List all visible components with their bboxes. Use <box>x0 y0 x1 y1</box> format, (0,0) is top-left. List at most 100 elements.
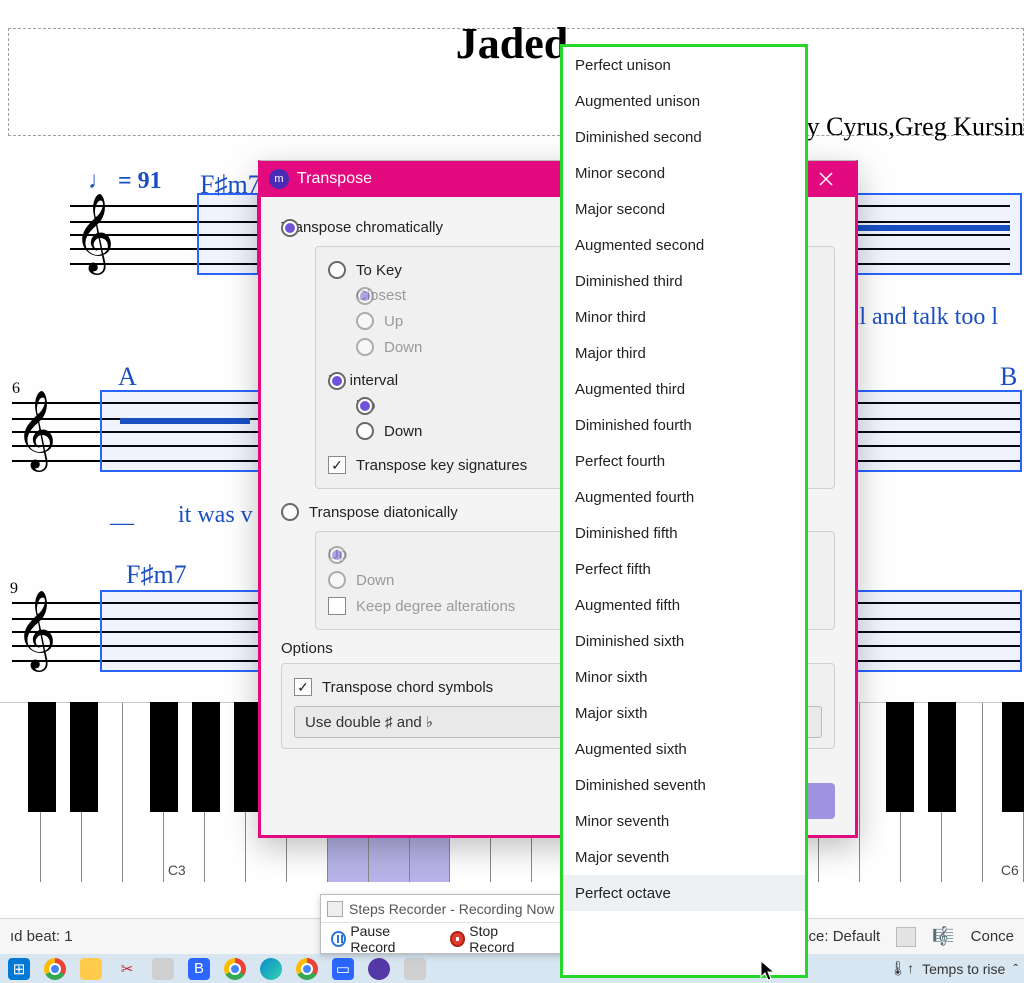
interval-option[interactable]: Minor third <box>563 299 805 335</box>
radio-label: To Key <box>356 262 402 279</box>
pause-icon <box>331 931 346 947</box>
radio-icon <box>328 372 346 390</box>
close-icon <box>819 172 833 186</box>
interval-option[interactable]: Augmented unison <box>563 83 805 119</box>
white-key[interactable] <box>41 703 82 882</box>
interval-option[interactable]: Diminished seventh <box>563 767 805 803</box>
stop-record-button[interactable]: Stop Record <box>446 921 547 957</box>
button-label: Stop Record <box>469 923 542 955</box>
interval-option[interactable]: Minor sixth <box>563 659 805 695</box>
white-key[interactable] <box>123 703 164 882</box>
radio-icon <box>281 219 299 237</box>
chord-symbol: B <box>1000 362 1017 392</box>
white-key[interactable]: C6 <box>983 703 1024 882</box>
composer: y Cyrus,Greg Kursin <box>807 112 1024 142</box>
beam <box>840 225 1010 231</box>
octave-label: C6 <box>1001 862 1019 878</box>
radio-icon <box>328 261 346 279</box>
status-concert[interactable]: Conce <box>971 928 1014 945</box>
white-key[interactable]: C3 <box>164 703 205 882</box>
lyric-2: it was v <box>178 502 253 529</box>
radio-icon <box>356 287 374 305</box>
radio-icon <box>328 546 346 564</box>
taskbar-edge-icon[interactable] <box>260 958 282 980</box>
taskbar-explorer-icon[interactable] <box>80 958 102 980</box>
weather-icon: 🌡↑ <box>889 960 914 977</box>
close-button[interactable] <box>805 161 847 197</box>
button-label: Pause Record <box>350 923 434 955</box>
selection-2[interactable] <box>100 390 260 472</box>
status-beat: ıd beat: 1 <box>10 928 73 945</box>
selection-1[interactable] <box>197 193 259 275</box>
app-logo-icon: m <box>269 169 289 189</box>
weather-text: Temps to rise <box>922 961 1005 977</box>
tuning-fork-icon[interactable]: 🎼 <box>932 926 954 947</box>
taskbar-app-icon[interactable]: ▭ <box>332 958 354 980</box>
tray-chevron-icon[interactable]: ˆ <box>1013 961 1018 977</box>
interval-option[interactable]: Major seventh <box>563 839 805 875</box>
interval-dropdown[interactable]: Perfect unisonAugmented unisonDiminished… <box>560 44 808 978</box>
interval-option[interactable]: Diminished second <box>563 119 805 155</box>
interval-option[interactable]: Diminished fourth <box>563 407 805 443</box>
checkbox-icon <box>294 678 312 696</box>
white-key[interactable] <box>860 703 901 882</box>
radio-icon <box>281 503 299 521</box>
interval-option[interactable]: Augmented fifth <box>563 587 805 623</box>
white-key[interactable] <box>82 703 123 882</box>
radio-icon <box>356 312 374 330</box>
white-key[interactable] <box>0 703 41 882</box>
interval-option[interactable]: Augmented second <box>563 227 805 263</box>
white-key[interactable] <box>205 703 246 882</box>
beam <box>120 418 250 424</box>
checkbox-icon <box>328 597 346 615</box>
check-label: Keep degree alterations <box>356 598 515 615</box>
checkbox-icon <box>328 456 346 474</box>
radio-label: Down <box>356 572 394 589</box>
taskbar-musescore-icon[interactable] <box>368 958 390 980</box>
status-toggle[interactable] <box>896 927 916 947</box>
taskbar[interactable]: ⊞ ✂ B ▭ <box>0 954 1024 983</box>
taskbar-chrome-icon[interactable] <box>296 958 318 980</box>
interval-option[interactable]: Diminished sixth <box>563 623 805 659</box>
selection-3[interactable] <box>100 590 260 672</box>
taskbar-app-icon[interactable]: B <box>188 958 210 980</box>
stop-icon <box>450 931 465 947</box>
taskbar-chrome-icon[interactable] <box>44 958 66 980</box>
interval-option[interactable]: Minor second <box>563 155 805 191</box>
taskbar-recorder-icon[interactable] <box>404 958 426 980</box>
pause-record-button[interactable]: Pause Record <box>327 921 438 957</box>
taskbar-app-icon[interactable] <box>152 958 174 980</box>
taskbar-snip-icon[interactable]: ✂ <box>116 958 138 980</box>
interval-option[interactable]: Augmented third <box>563 371 805 407</box>
recorder-icon <box>327 901 343 917</box>
tempo-mark: ♩ = 91 <box>88 168 162 195</box>
interval-option[interactable]: Perfect fourth <box>563 443 805 479</box>
interval-option[interactable]: Augmented sixth <box>563 731 805 767</box>
interval-option[interactable]: Perfect octave <box>563 875 805 911</box>
system-tray[interactable]: 🌡↑ Temps to rise ˆ <box>889 954 1018 983</box>
interval-option[interactable]: Major third <box>563 335 805 371</box>
mouse-cursor-icon <box>760 960 776 982</box>
lyric-underline: __ <box>110 502 134 529</box>
interval-option[interactable]: Perfect unison <box>563 47 805 83</box>
radio-label: Down <box>384 423 422 440</box>
dialog-title: Transpose <box>297 170 372 188</box>
interval-option[interactable]: Diminished fifth <box>563 515 805 551</box>
radio-label: Transpose diatonically <box>309 504 458 521</box>
interval-option[interactable]: Perfect fifth <box>563 551 805 587</box>
song-title: Jaded <box>456 18 568 69</box>
combo-value: Use double ♯ and ♭ <box>305 713 433 731</box>
taskbar-chrome-icon[interactable] <box>224 958 246 980</box>
interval-option[interactable]: Augmented fourth <box>563 479 805 515</box>
interval-option[interactable]: Major second <box>563 191 805 227</box>
radio-icon <box>356 338 374 356</box>
octave-label: C3 <box>168 862 186 878</box>
chord-symbol: F♯m7 <box>126 560 187 590</box>
interval-option[interactable]: Minor seventh <box>563 803 805 839</box>
white-key[interactable] <box>901 703 942 882</box>
interval-option[interactable]: Major sixth <box>563 695 805 731</box>
start-button[interactable]: ⊞ <box>8 958 30 980</box>
check-label: Transpose chord symbols <box>322 679 493 696</box>
interval-option[interactable]: Diminished third <box>563 263 805 299</box>
white-key[interactable] <box>942 703 983 882</box>
